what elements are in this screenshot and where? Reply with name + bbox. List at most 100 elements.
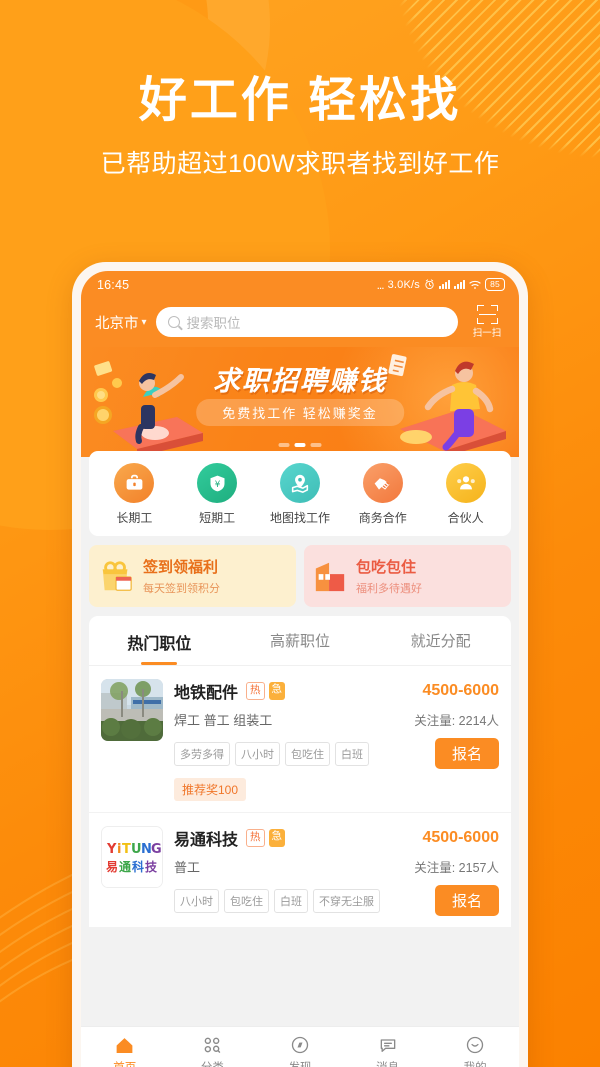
nav-label: 分类 xyxy=(169,1059,257,1067)
category-item-changqigong[interactable]: 长期工 xyxy=(98,463,170,526)
handshake-icon xyxy=(362,463,403,503)
nav-item-profile[interactable]: 我的 xyxy=(431,1034,519,1067)
job-details: 易通科技 热 急 4500-6000 普工 关注量: 2157人 八小时 包吃住… xyxy=(174,826,499,916)
svg-text:技: 技 xyxy=(145,859,158,874)
nav-item-category[interactable]: 分类 xyxy=(169,1034,257,1067)
promo-cards: 签到领福利 每天签到领积分 包吃包住 福利多待遇好 xyxy=(89,545,511,607)
job-details: 地铁配件 热 急 4500-6000 焊工 普工 组装工 关注量: 2214人 … xyxy=(174,679,499,801)
job-tabs: 热门职位 高薪职位 就近分配 xyxy=(89,616,511,666)
job-badges: 热 急 xyxy=(246,682,286,700)
category-item-map[interactable]: 地图找工作 xyxy=(264,463,336,526)
nav-label: 我的 xyxy=(431,1059,519,1067)
category-label: 地图找工作 xyxy=(269,511,330,525)
svg-text:易: 易 xyxy=(106,860,118,874)
svg-text:科: 科 xyxy=(132,859,144,874)
category-item-partner[interactable]: 合伙人 xyxy=(430,463,502,526)
svg-text:U: U xyxy=(131,842,142,857)
wifi-icon xyxy=(469,280,481,289)
promo-card-checkin[interactable]: 签到领福利 每天签到领积分 xyxy=(89,545,296,607)
status-time: 16:45 xyxy=(97,277,130,292)
job-bonus-badge: 推荐奖100 xyxy=(174,778,247,801)
nav-item-home[interactable]: 首页 xyxy=(81,1034,169,1067)
scan-code-icon xyxy=(476,305,498,324)
scan-button[interactable]: 扫一扫 xyxy=(467,305,507,339)
category-label: 商务合作 xyxy=(358,511,407,525)
table-row[interactable]: Y i T U N G 易 通 科 技 易通科技 热 急 4500-6000 普… xyxy=(89,813,511,928)
city-label: 北京市 xyxy=(95,315,139,332)
category-label: 合伙人 xyxy=(447,511,484,525)
tab-nearby[interactable]: 就近分配 xyxy=(370,616,511,665)
job-meta-row: 焊工 普工 组装工 关注量: 2214人 xyxy=(174,710,499,729)
banner-dots[interactable] xyxy=(278,443,322,447)
category-shortcuts: 长期工 ¥ 短期工 地图找工作 商务合作 合伙人 xyxy=(89,451,511,536)
job-badges: 热 急 xyxy=(246,829,286,847)
job-tag: 不穿无尘服 xyxy=(313,888,380,913)
job-title: 地铁配件 xyxy=(174,685,239,702)
scan-label: 扫一扫 xyxy=(472,328,502,339)
alarm-clock-icon xyxy=(425,279,434,290)
svg-text:¥: ¥ xyxy=(214,480,220,490)
job-tag: 八小时 xyxy=(235,741,280,766)
job-tag: 八小时 xyxy=(174,888,219,913)
banner-dot-2[interactable] xyxy=(310,443,322,447)
apply-button[interactable]: 报名 xyxy=(434,738,499,769)
banner-subtitle: 免费找工作 轻松赚奖金 xyxy=(196,399,404,426)
banner-title: 求职招聘赚钱 xyxy=(213,366,387,396)
job-tag: 多劳多得 xyxy=(174,741,230,766)
table-row[interactable]: 地铁配件 热 急 4500-6000 焊工 普工 组装工 关注量: 2214人 … xyxy=(89,666,511,813)
hero-title: 好工作 轻松找 xyxy=(138,74,462,127)
gift-bag-icon xyxy=(102,561,132,591)
tab-hot-jobs[interactable]: 热门职位 xyxy=(89,616,230,665)
grid-icon xyxy=(169,1034,257,1056)
badge-hot: 热 xyxy=(246,829,265,847)
job-tag: 包吃住 xyxy=(224,888,269,913)
svg-text:G: G xyxy=(151,842,162,857)
status-bar: 16:45 ... 3.0K/s 85 xyxy=(81,271,519,298)
svg-text:i: i xyxy=(117,842,121,857)
job-tags-row: 多劳多得 八小时 包吃住 白班 报名 xyxy=(174,738,499,769)
building-icon xyxy=(315,562,345,592)
category-item-business[interactable]: 商务合作 xyxy=(347,463,419,526)
promo-subtitle: 每天签到领积分 xyxy=(143,583,220,595)
bottom-navigation: 首页 分类 发现 xyxy=(81,1026,519,1067)
nav-label: 发现 xyxy=(256,1059,344,1067)
nav-item-messages[interactable]: 消息 xyxy=(344,1034,432,1067)
city-selector[interactable]: 北京市 ▾ xyxy=(95,312,147,333)
badge-hot: 热 xyxy=(246,682,265,700)
job-follow-count: 关注量: 2157人 xyxy=(414,861,499,875)
chevron-down-icon: ▾ xyxy=(141,316,147,328)
svg-text:通: 通 xyxy=(119,859,131,874)
apply-button[interactable]: 报名 xyxy=(434,885,499,916)
nav-label: 首页 xyxy=(81,1059,169,1067)
job-tag: 白班 xyxy=(335,741,369,766)
job-title: 易通科技 xyxy=(174,832,239,849)
job-roles: 焊工 普工 组装工 xyxy=(174,713,273,728)
briefcase-icon xyxy=(114,463,155,503)
network-dots-icon: ... xyxy=(376,277,385,292)
tab-high-salary[interactable]: 高薪职位 xyxy=(230,616,371,665)
promo-banner[interactable]: 求职招聘赚钱 免费找工作 轻松赚奖金 xyxy=(81,347,519,457)
battery-indicator: 85 xyxy=(485,278,505,291)
search-placeholder: 搜索职位 xyxy=(186,316,241,331)
status-indicators: ... 3.0K/s 85 xyxy=(377,278,505,292)
network-speed: 3.0K/s xyxy=(387,278,420,291)
signal-bars-icon-2 xyxy=(454,280,465,289)
phone-mockup-frame: 16:45 ... 3.0K/s 85 北京市 ▾ 搜索职位 扫一扫 求职招聘赚… xyxy=(72,262,528,1067)
promo-card-housing[interactable]: 包吃包住 福利多待遇好 xyxy=(304,545,511,607)
nav-item-discover[interactable]: 发现 xyxy=(256,1034,344,1067)
promo-title: 包吃包住 xyxy=(356,559,417,576)
promo-subtitle: 福利多待遇好 xyxy=(356,583,422,595)
job-roles: 普工 xyxy=(174,860,201,875)
banner-dot-1[interactable] xyxy=(294,443,306,447)
message-icon xyxy=(344,1034,432,1056)
banner-dot-0[interactable] xyxy=(278,443,290,447)
svg-text:Y: Y xyxy=(106,842,117,857)
job-thumbnail-photo xyxy=(101,679,163,741)
category-label: 短期工 xyxy=(199,511,236,525)
badge-urgent: 急 xyxy=(268,682,286,700)
category-item-duanqigong[interactable]: ¥ 短期工 xyxy=(181,463,253,526)
home-icon xyxy=(81,1034,169,1056)
job-follow-count: 关注量: 2214人 xyxy=(414,714,499,728)
search-input[interactable]: 搜索职位 xyxy=(155,307,458,337)
hero-subtitle: 已帮助超过100W求职者找到好工作 xyxy=(100,150,500,179)
